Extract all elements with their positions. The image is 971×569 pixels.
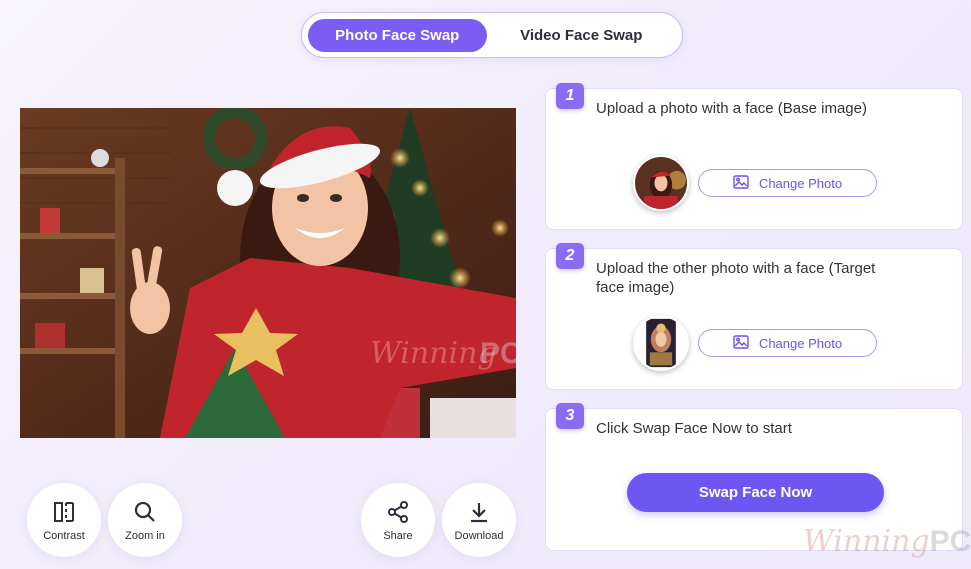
svg-text:PC: PC [480, 337, 516, 370]
zoom-in-button[interactable]: Zoom in [108, 483, 182, 557]
tab-photo-face-swap[interactable]: Photo Face Swap [308, 18, 487, 52]
download-icon [466, 499, 492, 525]
target-image-thumbnail[interactable] [633, 315, 689, 371]
change-target-photo-button[interactable]: Change Photo [698, 329, 877, 357]
step-number-badge: 3 [556, 403, 584, 429]
swap-face-now-button[interactable]: Swap Face Now [627, 473, 884, 512]
step-card-base-image: 1 Upload a photo with a face (Base image… [545, 83, 963, 230]
contrast-button[interactable]: Contrast [27, 483, 101, 557]
base-image-thumbnail[interactable] [633, 155, 689, 211]
step-instruction: Click Swap Face Now to start [596, 420, 792, 437]
download-button[interactable]: Download [442, 483, 516, 557]
zoom-in-icon [132, 499, 158, 525]
image-icon [733, 174, 749, 192]
step-card-target-image: 2 Upload the other photo with a face (Ta… [545, 243, 963, 390]
step-number-badge: 1 [556, 83, 584, 109]
step-number-badge: 2 [556, 243, 584, 269]
share-button[interactable]: Share [361, 483, 435, 557]
step-instruction: Upload a photo with a face (Base image) [596, 100, 867, 117]
svg-text:Winning: Winning [370, 336, 497, 371]
zoom-in-label: Zoom in [125, 529, 165, 542]
step-card-swap: 3 Click Swap Face Now to start Swap Face… [545, 403, 963, 551]
tab-video-face-swap[interactable]: Video Face Swap [487, 19, 676, 52]
step-instruction: Upload the other photo with a face (Targ… [596, 260, 876, 296]
share-label: Share [383, 529, 413, 542]
share-icon [385, 499, 411, 525]
face-swap-mode-tabs: Photo Face Swap Video Face Swap [301, 12, 683, 58]
image-icon [733, 334, 749, 352]
change-base-photo-button[interactable]: Change Photo [698, 169, 877, 197]
change-photo-label: Change Photo [758, 335, 843, 351]
preview-photo: Winning PC [20, 108, 516, 438]
contrast-label: Contrast [43, 529, 85, 542]
download-label: Download [454, 529, 504, 542]
change-photo-label: Change Photo [758, 175, 843, 191]
contrast-icon [51, 499, 77, 525]
